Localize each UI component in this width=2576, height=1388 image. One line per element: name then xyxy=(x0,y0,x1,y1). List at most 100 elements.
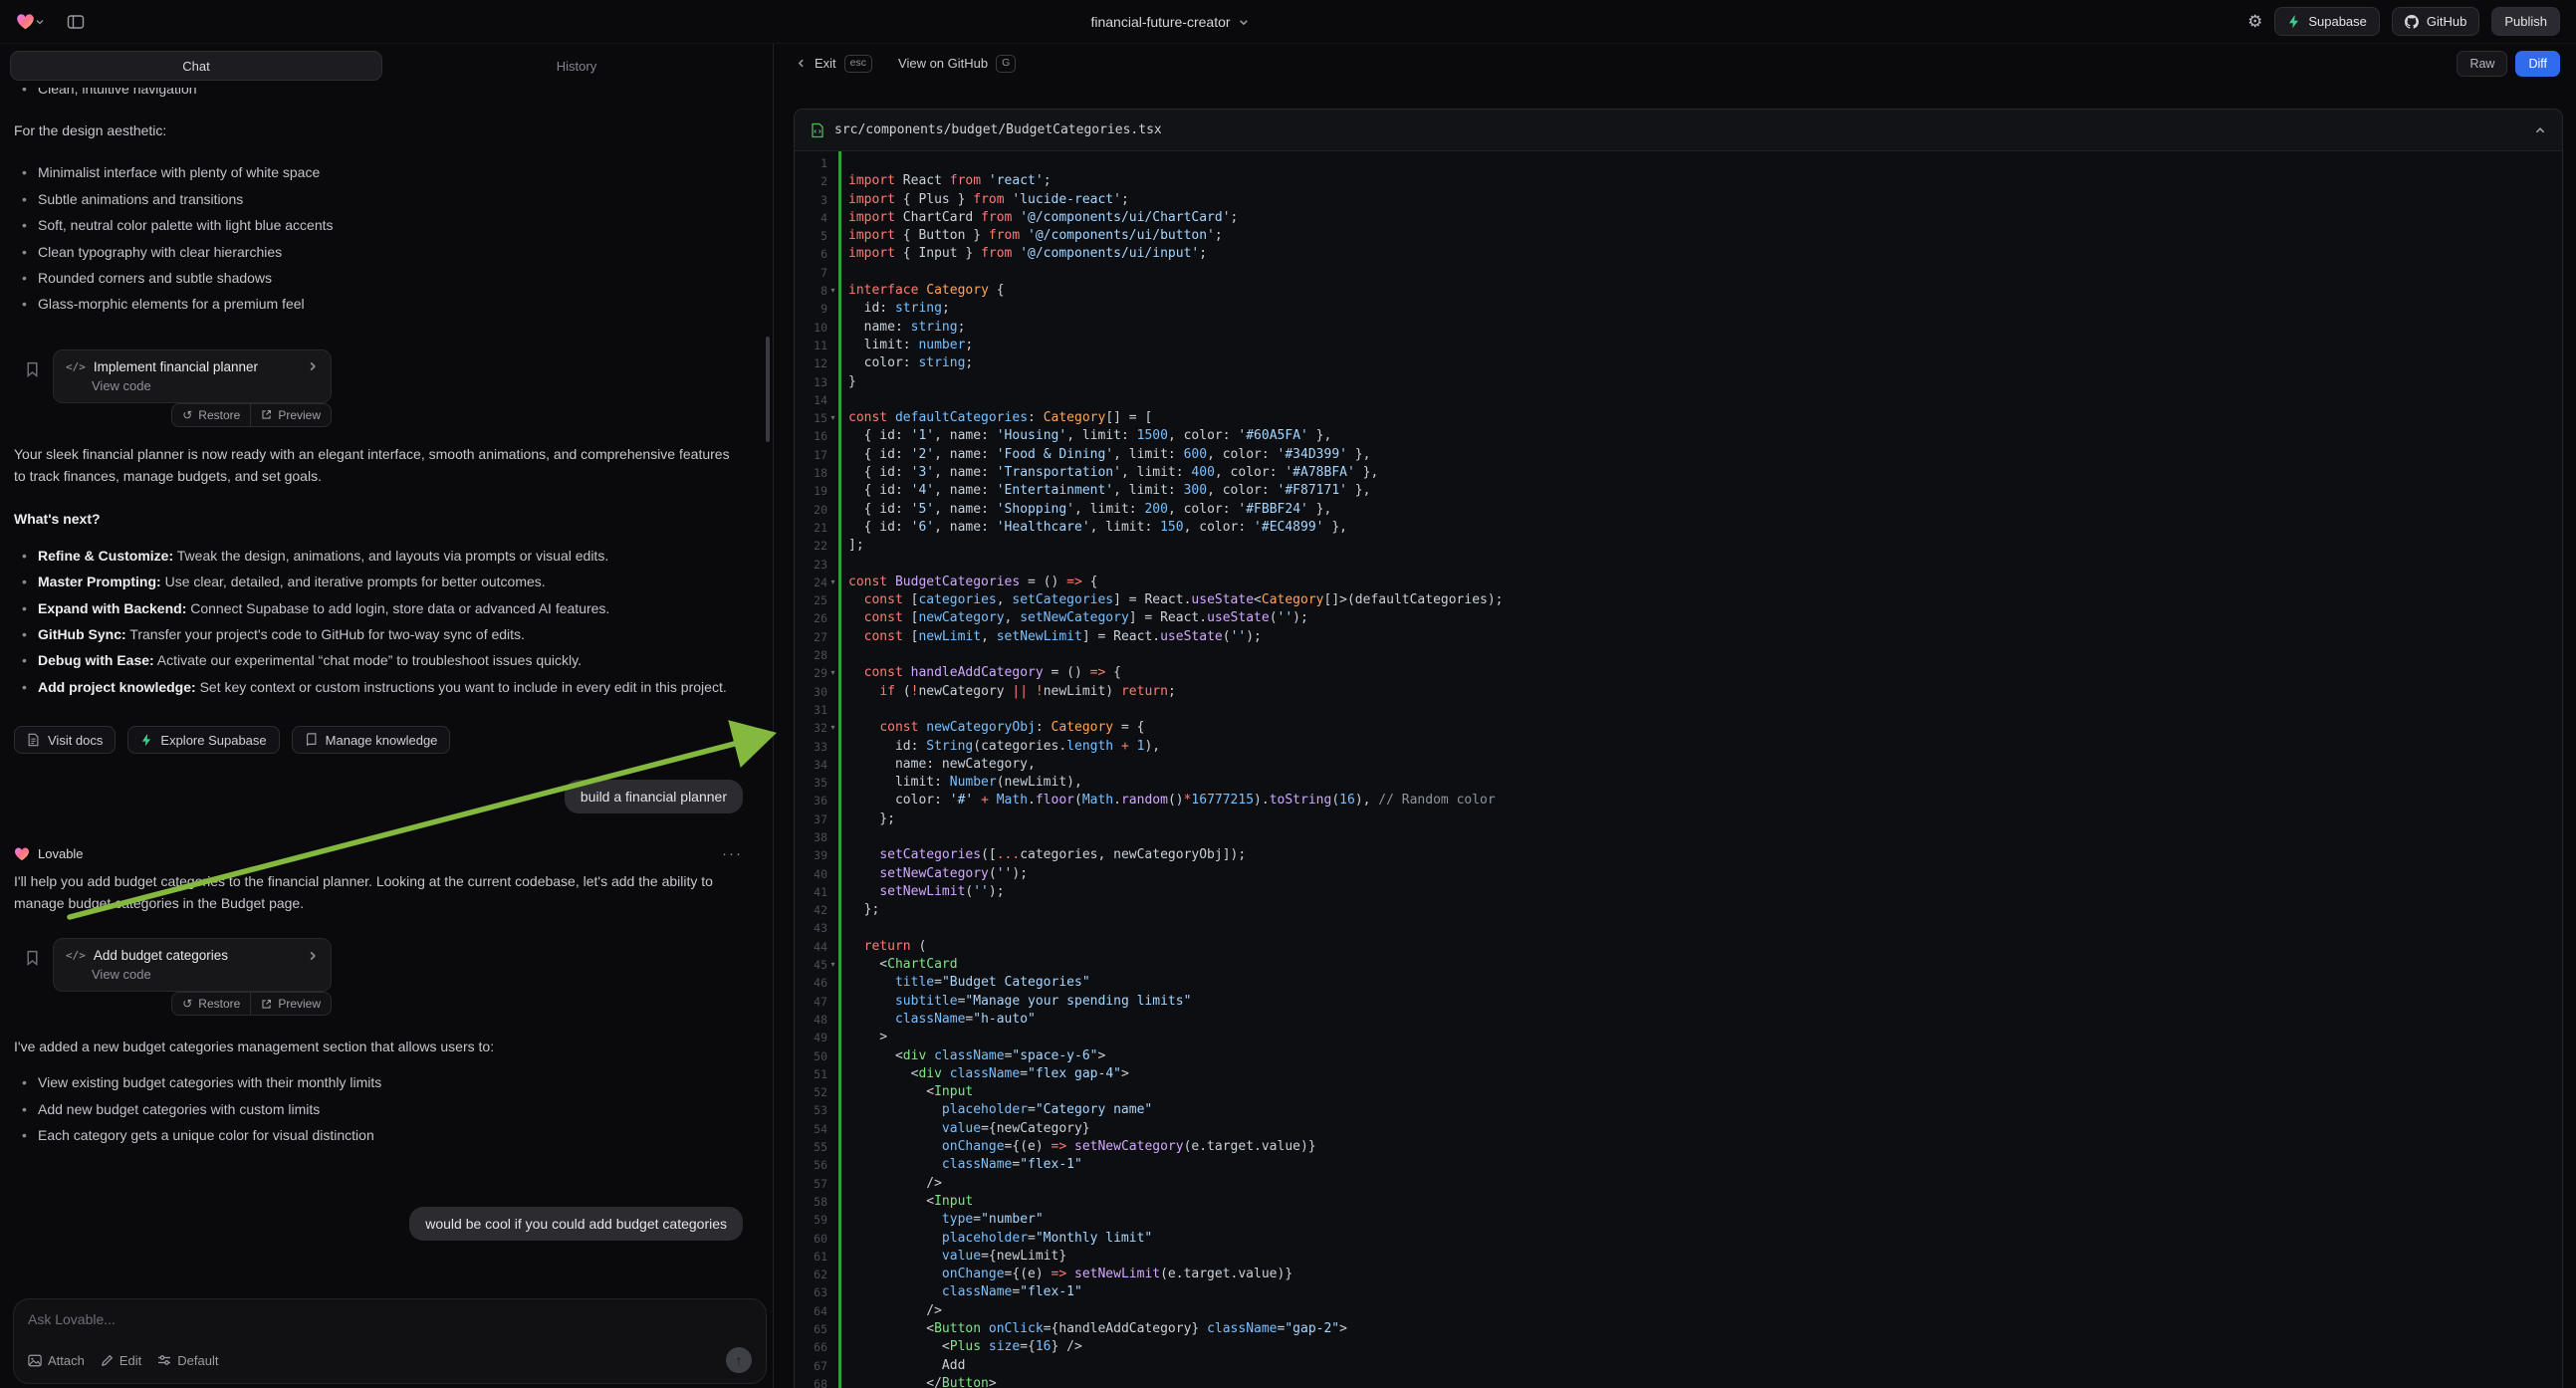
attach-button[interactable]: Attach xyxy=(28,1353,85,1368)
code-text: { id: '4', name: 'Entertainment', limit:… xyxy=(838,482,1370,500)
whats-next-heading: What's next? xyxy=(14,509,751,529)
line-number: 6 xyxy=(795,245,827,263)
code-text: <div className="space-y-6"> xyxy=(838,1047,1105,1065)
fold-chevron-icon[interactable]: ▾ xyxy=(827,664,838,682)
code-text: const [newLimit, setNewLimit] = React.us… xyxy=(838,628,1262,646)
fold-chevron-icon[interactable]: ▾ xyxy=(827,719,838,737)
code-line: 62 onChange={(e) => setNewLimit(e.target… xyxy=(795,1266,2562,1283)
view-on-github-button[interactable]: View on GitHub G xyxy=(898,55,1016,73)
tab-chat[interactable]: Chat xyxy=(10,51,382,81)
code-panel: Exit esc View on GitHub G Raw Diff xyxy=(774,44,2576,1388)
chat-input[interactable] xyxy=(28,1311,752,1347)
line-number: 31 xyxy=(795,701,827,719)
design-bullet-list: Minimalist interface with plenty of whit… xyxy=(14,159,751,317)
diff-toggle-button[interactable]: Diff xyxy=(2515,51,2560,77)
explore-supabase-button[interactable]: Explore Supabase xyxy=(127,726,279,754)
image-icon xyxy=(28,1354,42,1367)
code-line: 15▾const defaultCategories: Category[] =… xyxy=(795,409,2562,427)
publish-button[interactable]: Publish xyxy=(2491,7,2560,36)
code-line: 66 <Plus size={16} /> xyxy=(795,1338,2562,1356)
line-number: 7 xyxy=(795,264,827,282)
code-text: subtitle="Manage your spending limits" xyxy=(838,993,1191,1011)
file-path: src/components/budget/BudgetCategories.t… xyxy=(834,122,1162,137)
bookmark-icon[interactable] xyxy=(26,950,39,969)
line-number: 2 xyxy=(795,172,827,190)
restore-label: Restore xyxy=(198,408,240,422)
code-text: onChange={(e) => setNewCategory(e.target… xyxy=(838,1138,1316,1156)
line-number: 1 xyxy=(795,154,827,172)
code-line: 44 return ( xyxy=(795,938,2562,956)
line-number: 11 xyxy=(795,337,827,354)
chat-scrollbar-thumb[interactable] xyxy=(766,337,770,442)
topbar-right: ⚙ Supabase GitHub Publish xyxy=(2247,7,2560,36)
code-text: id: String(categories.length + 1), xyxy=(838,738,1160,756)
line-number: 15 xyxy=(795,409,827,427)
message-options-button[interactable]: ··· xyxy=(722,845,743,862)
project-menu[interactable]: financial-future-creator xyxy=(1090,0,1249,44)
fold-chevron-icon[interactable]: ▾ xyxy=(827,574,838,591)
file-code-icon xyxy=(811,122,824,138)
code-line: 58 <Input xyxy=(795,1193,2562,1211)
preview-button[interactable]: Preview xyxy=(250,993,331,1015)
code-text: ]; xyxy=(838,537,864,555)
code-text: import { Input } from '@/components/ui/i… xyxy=(838,245,1207,263)
collapse-file-button[interactable] xyxy=(2534,124,2546,136)
line-number: 48 xyxy=(795,1011,827,1029)
code-text: /> xyxy=(838,1175,942,1193)
sidebar-toggle-button[interactable] xyxy=(67,14,85,30)
design-intro-text: For the design aesthetic: xyxy=(14,119,741,141)
code-line: 27 const [newLimit, setNewLimit] = React… xyxy=(795,628,2562,646)
code-text: onChange={(e) => setNewLimit(e.target.va… xyxy=(838,1266,1292,1283)
bullet-item: Debug with Ease: Activate our experiment… xyxy=(14,647,751,673)
visit-docs-button[interactable]: Visit docs xyxy=(14,726,116,754)
code-text: Add xyxy=(838,1357,965,1375)
code-line: 20 { id: '5', name: 'Shopping', limit: 2… xyxy=(795,501,2562,519)
code-line: 4import ChartCard from '@/components/ui/… xyxy=(795,209,2562,227)
bullet-item: Add new budget categories with custom li… xyxy=(14,1096,751,1122)
edit-button[interactable]: Edit xyxy=(101,1353,141,1368)
code-text: type="number" xyxy=(838,1211,1044,1229)
next-steps-list: Refine & Customize: Tweak the design, an… xyxy=(14,543,751,700)
send-button[interactable]: ↑ xyxy=(726,1347,752,1373)
raw-toggle-button[interactable]: Raw xyxy=(2457,51,2507,77)
code-line: 45▾ <ChartCard xyxy=(795,956,2562,974)
code-line: 22]; xyxy=(795,537,2562,555)
version-card-implement-financial-planner[interactable]: </> Implement financial planner View cod… xyxy=(53,349,332,403)
code-line: 12 color: string; xyxy=(795,354,2562,372)
esc-shortcut-badge: esc xyxy=(844,55,872,73)
composer-toolbar: Attach Edit xyxy=(28,1347,752,1373)
line-number: 28 xyxy=(795,646,827,664)
bookmark-icon[interactable] xyxy=(26,361,39,380)
restore-button[interactable]: ↺ Restore xyxy=(172,993,250,1015)
chat-composer: Attach Edit xyxy=(13,1298,767,1384)
code-text: className="flex-1" xyxy=(838,1283,1082,1301)
version-card-add-budget-categories[interactable]: </> Add budget categories View code xyxy=(53,938,332,992)
line-number: 33 xyxy=(795,738,827,756)
restore-button[interactable]: ↺ Restore xyxy=(172,404,250,426)
exit-button[interactable]: Exit esc xyxy=(796,55,872,73)
arrow-up-icon: ↑ xyxy=(736,1352,743,1368)
code-editor-body[interactable]: 12import React from 'react';3import { Pl… xyxy=(795,151,2562,1388)
model-default-button[interactable]: Default xyxy=(157,1353,218,1368)
code-line: 28 xyxy=(795,646,2562,664)
github-button[interactable]: GitHub xyxy=(2392,7,2479,36)
code-line: 9 id: string; xyxy=(795,300,2562,318)
supabase-button[interactable]: Supabase xyxy=(2274,7,2380,36)
bullet-item: Subtle animations and transitions xyxy=(14,186,751,212)
code-line: 5import { Button } from '@/components/ui… xyxy=(795,227,2562,245)
fold-chevron-icon[interactable]: ▾ xyxy=(827,956,838,974)
lovable-logo-menu-button[interactable] xyxy=(16,13,45,30)
fold-chevron-icon[interactable]: ▾ xyxy=(827,409,838,427)
fold-chevron-icon[interactable]: ▾ xyxy=(827,282,838,300)
manage-knowledge-button[interactable]: Manage knowledge xyxy=(292,726,451,754)
file-header[interactable]: src/components/budget/BudgetCategories.t… xyxy=(795,110,2562,151)
code-text: <ChartCard xyxy=(838,956,958,974)
preview-button[interactable]: Preview xyxy=(250,404,331,426)
tab-history[interactable]: History xyxy=(390,51,763,81)
code-text: name: newCategory, xyxy=(838,756,1036,774)
attach-label: Attach xyxy=(48,1353,85,1368)
code-text: const newCategoryObj: Category = { xyxy=(838,719,1144,737)
pencil-icon xyxy=(101,1354,114,1367)
view-on-github-label: View on GitHub xyxy=(898,56,988,71)
settings-button[interactable]: ⚙ xyxy=(2247,12,2262,32)
